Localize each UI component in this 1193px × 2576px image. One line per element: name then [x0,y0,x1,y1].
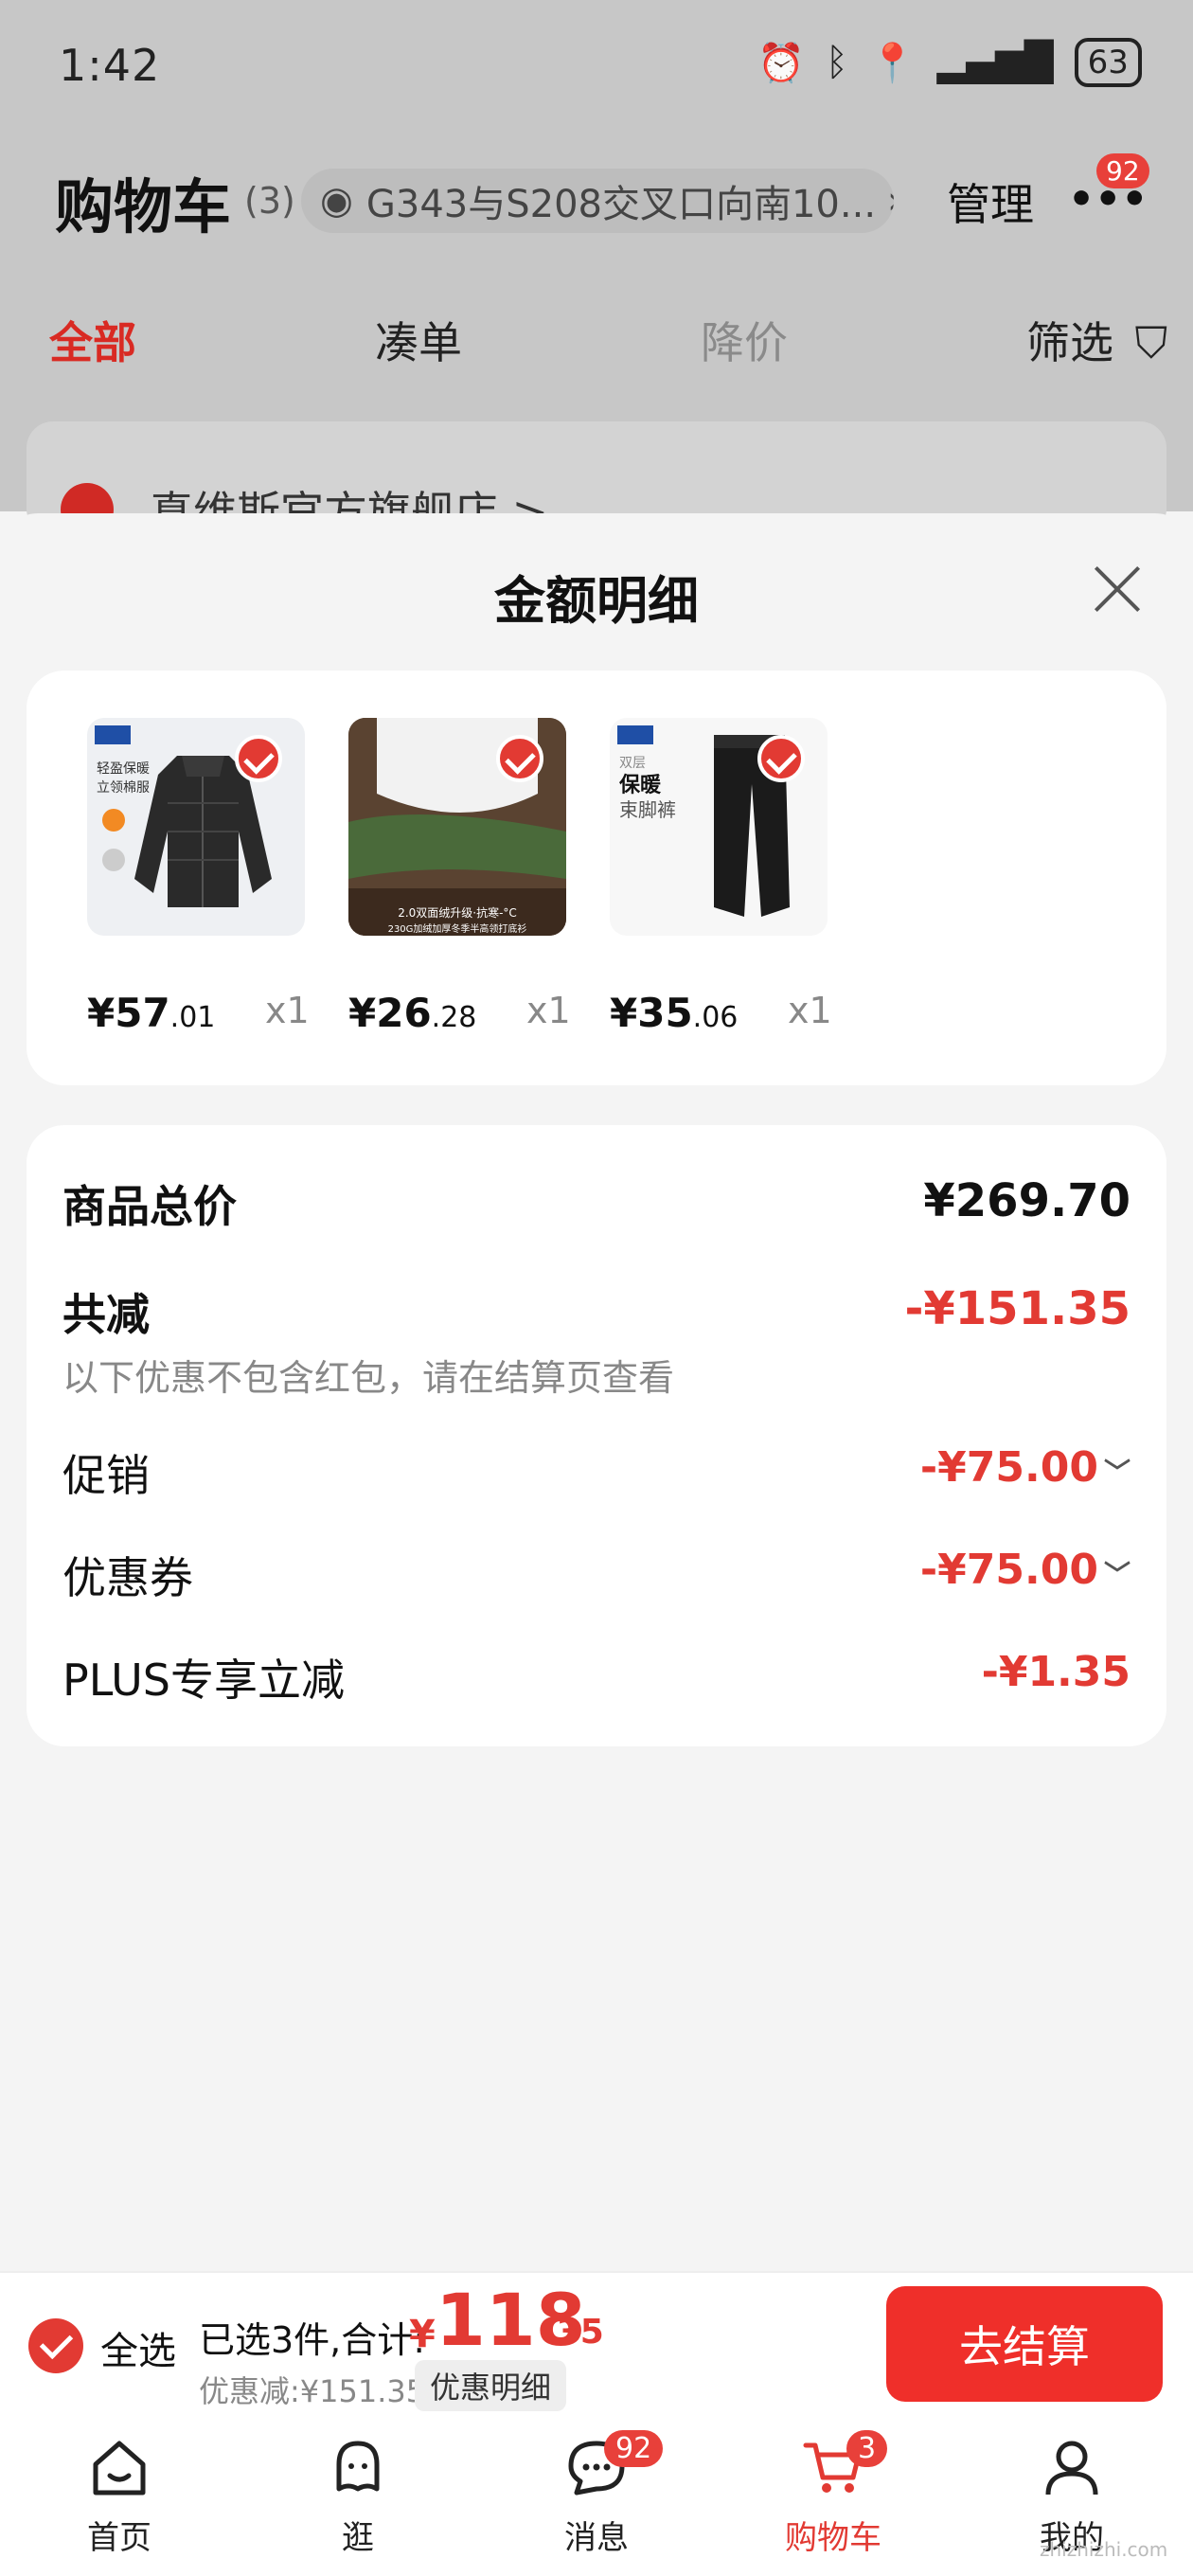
selected-summary: 已选3件,合计: [199,2319,426,2361]
manage-button[interactable]: 管理 [947,170,1034,233]
item-quantity: x1 [526,990,571,1031]
promo-label: 促销 [62,1450,150,1501]
nav-browse[interactable]: 逛 [282,2434,434,2558]
location-icon: 📍 [868,41,917,85]
status-icons: ⏰ ᛒ 📍 ▂▄▆█ 63 [757,38,1142,87]
reduce-note: 以下优惠不包含红包，请在结算页查看 [62,1357,675,1399]
image-caption: 束脚裤 [619,798,676,821]
select-all-check-icon[interactable] [28,2318,83,2373]
address-text: G343与S208交叉口向南10... [365,183,877,226]
total-value: ¥269.70 [923,1174,1131,1227]
discount-detail-button[interactable]: 优惠明细 [415,2360,567,2411]
filter-label: 筛选 [1026,317,1113,368]
eye-icon: ◉ [320,179,353,223]
reduce-label: 共减 [62,1289,150,1340]
status-time: 1:42 [59,40,161,91]
page-title: 购物车 [55,172,232,242]
image-caption: 保暖 [618,774,662,797]
item-price: ¥57.01 [87,990,216,1036]
item-price: ¥35.06 [610,990,739,1036]
plus-value: -¥1.35 [981,1648,1131,1696]
browse-icon [336,2441,380,2492]
chevron-down-icon: ﹀ [1103,1559,1131,1590]
tab-all[interactable]: 全部 [49,309,136,371]
signal-icon: ▂▄▆█ [936,41,1054,84]
tab-filter[interactable]: 筛选 ⛉ [1026,309,1167,371]
item-quantity: x1 [788,990,832,1031]
coupon-row[interactable]: -¥75.00 ﹀ [920,1546,1131,1594]
bluetooth-icon: ᛒ [825,41,848,84]
more-badge: 92 [1096,153,1149,188]
item-check-icon[interactable] [235,735,282,782]
coupon-value: -¥75.00 [919,1546,1098,1594]
nav-home[interactable]: 首页 [44,2434,195,2558]
home-icon [93,2441,146,2496]
promo-value: -¥75.00 [919,1443,1098,1492]
battery-indicator: 63 [1074,38,1142,87]
sheet-title: 金额明细 [494,571,699,631]
item-check-icon[interactable] [757,735,805,782]
nav-label: 购物车 [785,2519,881,2557]
alarm-icon: ⏰ [757,41,805,85]
item-check-icon[interactable] [496,735,543,782]
nav-label: 首页 [87,2519,151,2557]
nav-label: 逛 [342,2519,374,2557]
address-selector[interactable]: ◉ G343与S208交叉口向南10... › [301,169,894,233]
close-icon[interactable] [1087,559,1148,619]
cart-count: (3) [244,180,295,222]
item-quantity: x1 [265,990,310,1031]
coupon-label: 优惠券 [62,1552,193,1603]
messages-badge: 92 [604,2430,664,2467]
image-caption: 230G加绒加厚冬季半高领打底衫 [388,922,527,935]
filter-icon: ⛉ [1134,317,1168,368]
profile-icon [1045,2441,1098,2496]
select-all-label[interactable]: 全选 [100,2320,176,2375]
chevron-down-icon: ﹀ [1103,1457,1131,1488]
discount-summary: 优惠减:¥151.35 [199,2373,426,2409]
plus-label: PLUS专享立减 [62,1655,345,1706]
image-caption: 轻盈保暖 [97,761,150,777]
promo-row[interactable]: -¥75.00 ﹀ [920,1443,1131,1492]
item-price: ¥26.28 [348,990,477,1036]
watermark: zhizhizhi.com [1040,2538,1168,2561]
tab-bundle[interactable]: 凑单 [375,309,462,371]
image-caption: 双层 [619,756,646,771]
image-caption: 2.0双面绒升级·抗寒-°C [398,905,517,920]
nav-label: 消息 [564,2519,629,2557]
total-label: 商品总价 [62,1181,237,1232]
tab-price-drop[interactable]: 降价 [701,309,788,371]
total-decimal: .35 [543,2313,604,2352]
cart-badge: 3 [846,2430,888,2467]
total-currency: ¥ [409,2313,436,2356]
checkout-button[interactable]: 去结算 [886,2286,1163,2402]
reduce-value: -¥151.35 [904,1282,1131,1335]
image-caption: 立领棉服 [97,779,150,796]
